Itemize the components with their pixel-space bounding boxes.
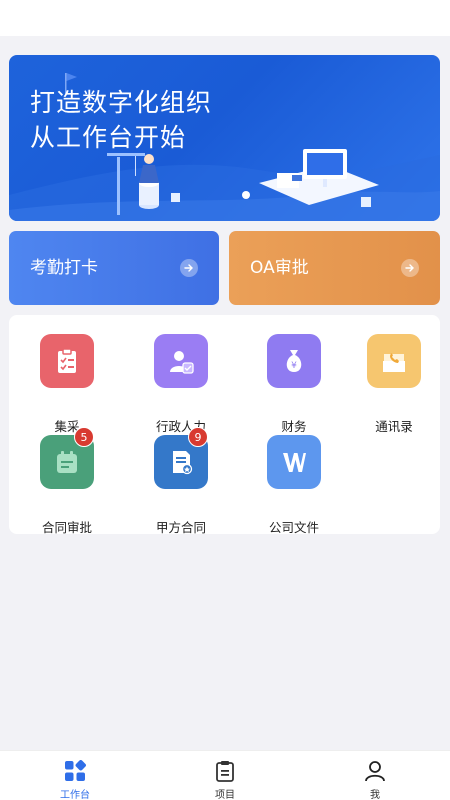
app-label: 通讯录 [375, 419, 413, 434]
status-bar [0, 0, 450, 36]
app-label: 合同审批 [41, 520, 92, 535]
oa-approval-card[interactable]: OA审批 [229, 231, 440, 305]
app-company-files[interactable]: 公司文件 [244, 435, 344, 535]
app-label: 行政人力 [155, 419, 206, 434]
attendance-card-label: 考勤打卡 [30, 258, 98, 278]
tab-workbench[interactable]: 工作台 [0, 751, 150, 800]
app-procurement[interactable]: 集采 [17, 334, 117, 434]
app-label: 公司文件 [268, 520, 319, 535]
tab-projects[interactable]: 项目 [150, 751, 300, 800]
hero-banner[interactable]: 打造数字化组织 从工作台开始 [9, 55, 440, 221]
person-badge-icon [154, 334, 208, 388]
tab-me[interactable]: 我 [300, 751, 450, 800]
app-label: 财务 [281, 419, 307, 434]
clipboard-check-icon [40, 334, 94, 388]
money-bag-icon: ¥ [267, 334, 321, 388]
app-client-contract[interactable]: 9 甲方合同 [131, 427, 231, 535]
app-label: 集采 [54, 419, 80, 434]
person-icon [365, 761, 385, 782]
bottom-tab-bar: 工作台 项目 我 [0, 750, 450, 800]
arrow-right-icon [401, 259, 419, 277]
word-file-icon [267, 435, 321, 489]
tab-label: 工作台 [60, 790, 90, 800]
app-finance[interactable]: ¥ 财务 [244, 334, 344, 434]
attendance-card[interactable]: 考勤打卡 [9, 231, 219, 305]
svg-text:¥: ¥ [291, 361, 297, 371]
contact-box-icon [367, 334, 421, 388]
tab-label: 项目 [215, 790, 235, 800]
app-label: 甲方合同 [155, 520, 206, 535]
grid-apps-icon [65, 760, 86, 781]
app-hr-admin[interactable]: 行政人力 [131, 334, 231, 434]
app-grid: 集采 行政人力 ¥ 财务 通讯录 5 合同审批 9 甲方合同 公司文件 [9, 315, 440, 535]
notification-badge: 9 [188, 427, 208, 447]
banner-title-line1: 打造数字化组织 [30, 88, 213, 117]
oa-approval-card-label: OA审批 [250, 258, 309, 278]
clipboard-icon [216, 761, 234, 782]
arrow-right-icon [180, 259, 198, 277]
banner-title-line2: 从工作台开始 [30, 123, 187, 152]
tab-label: 我 [370, 790, 380, 800]
banner-title: 打造数字化组织 从工作台开始 [30, 85, 212, 155]
app-contract-approval[interactable]: 5 合同审批 [17, 427, 117, 535]
notification-badge: 5 [74, 427, 94, 447]
app-contacts[interactable]: 通讯录 [344, 334, 444, 434]
